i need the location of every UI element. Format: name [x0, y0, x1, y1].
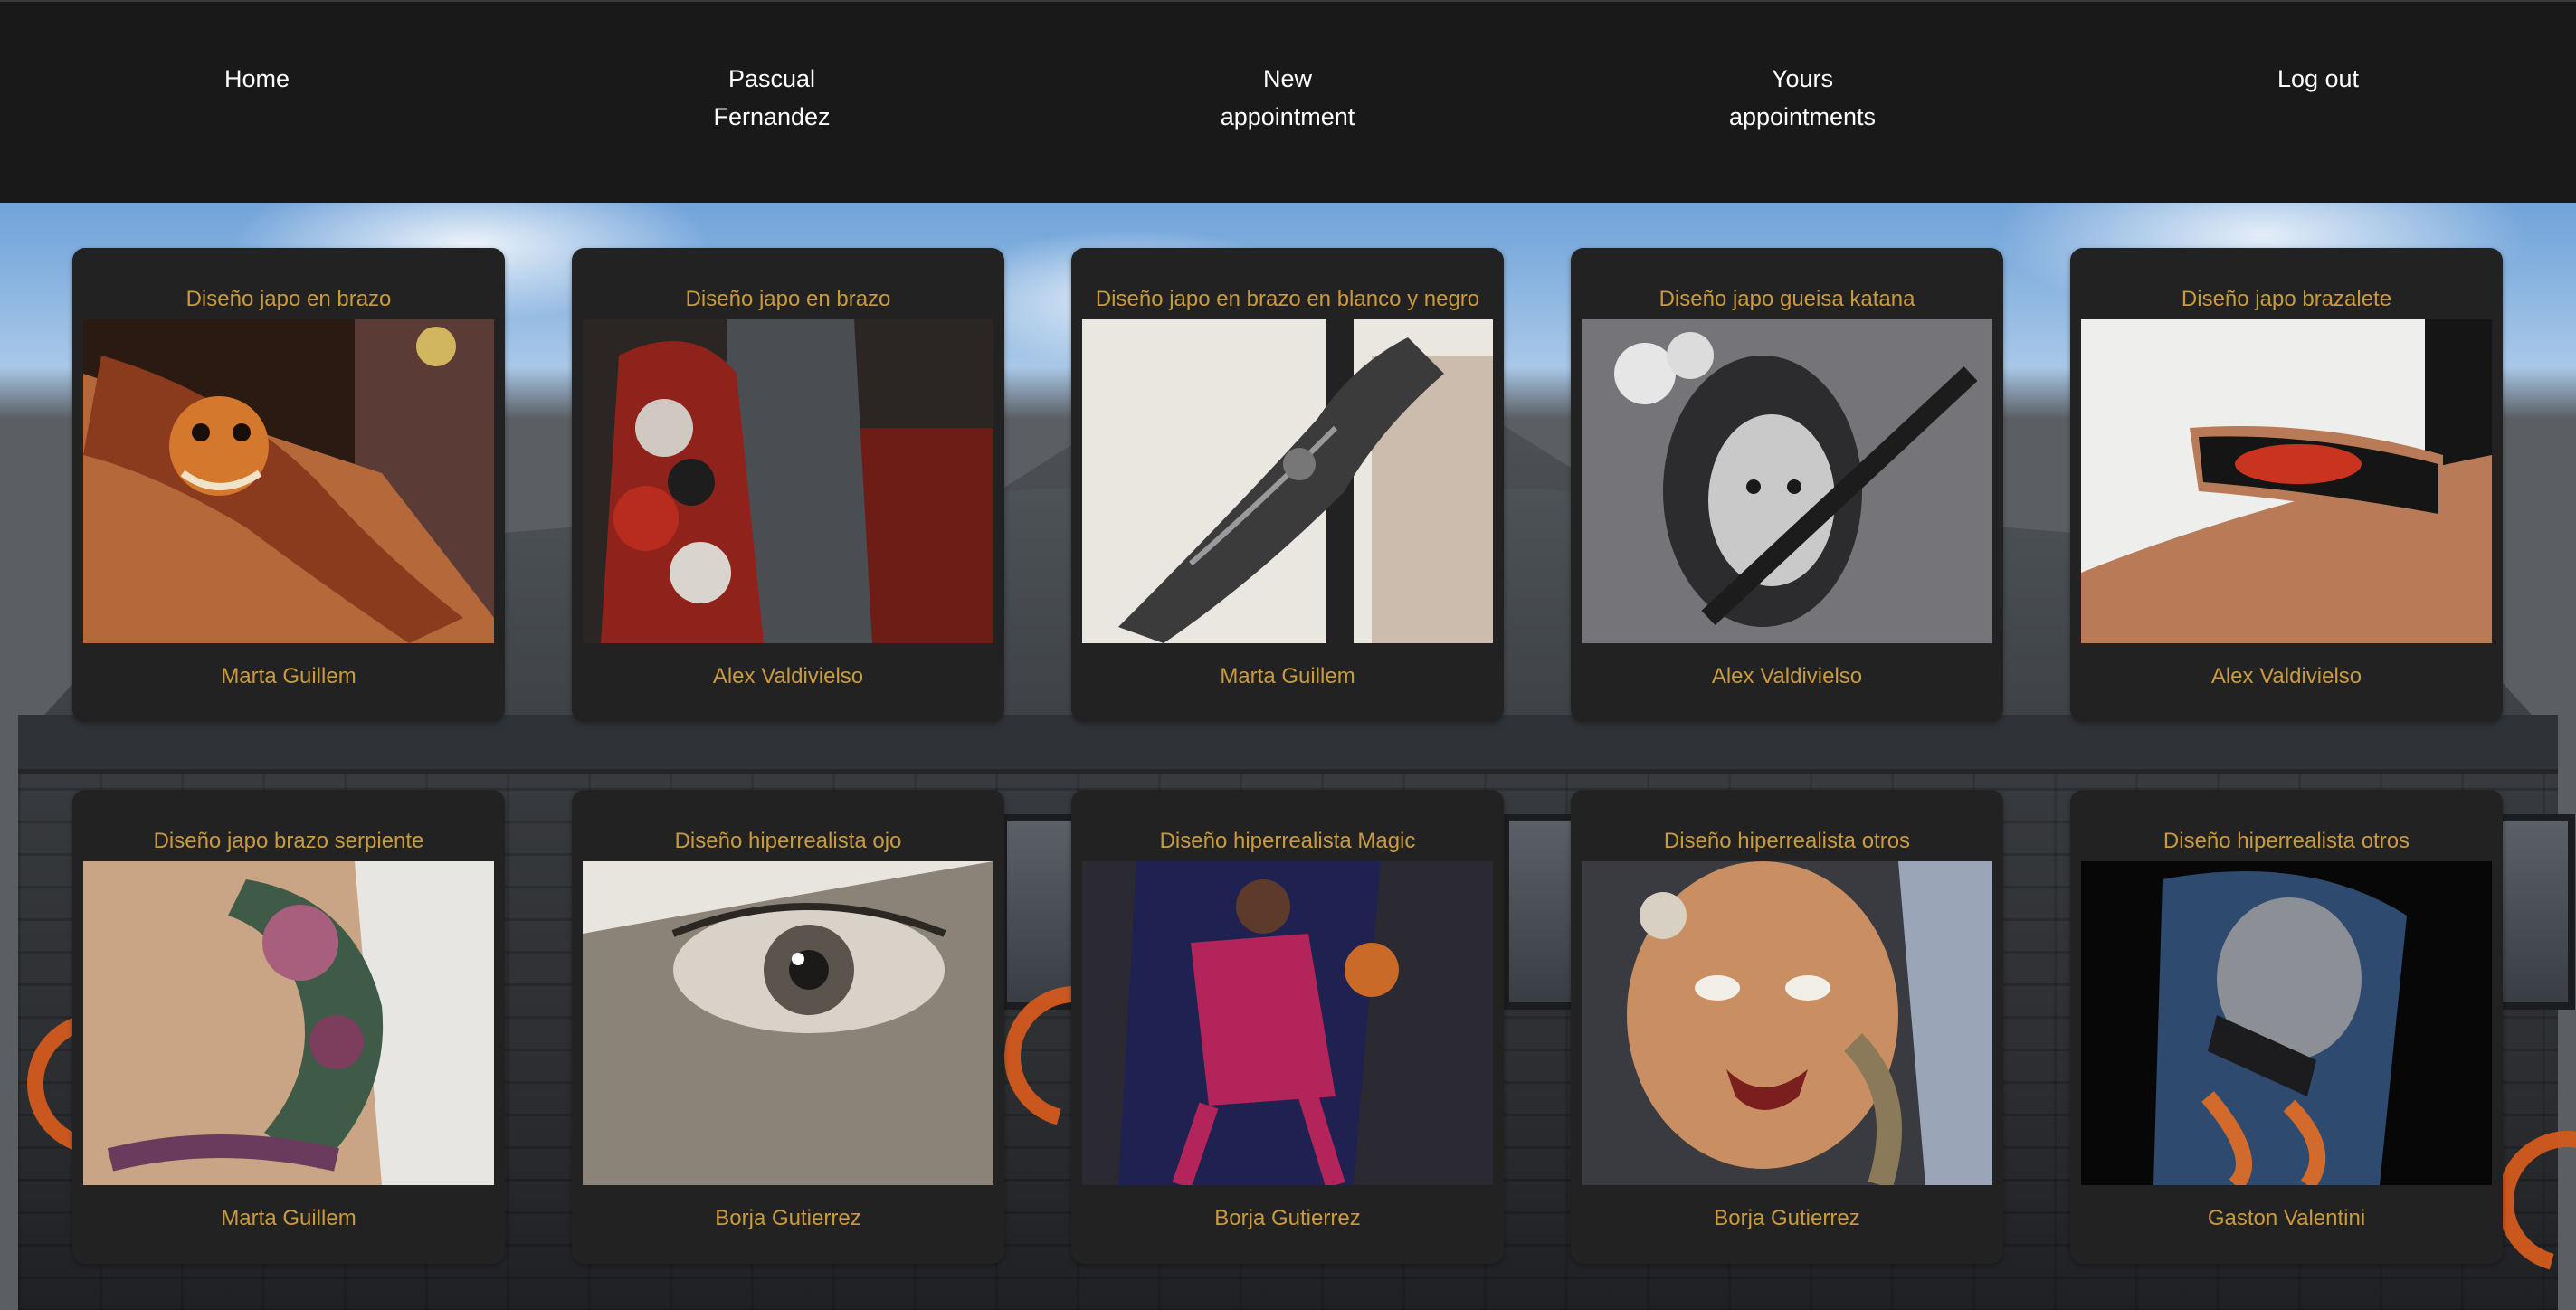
nav-user-first-name: Pascual [727, 65, 816, 92]
design-title: Diseño japo en brazo [185, 287, 392, 311]
design-artist: Borja Gutierrez [715, 1206, 861, 1230]
top-navigation-bar: Home Pascual Fernandez New appointment Y… [0, 0, 2576, 203]
design-card[interactable]: Diseño hiperrealista otros Borja Gutierr… [1571, 790, 2003, 1264]
design-artist: Marta Guillem [221, 664, 356, 688]
design-card[interactable]: Diseño hiperrealista otros Gaston Valent… [2070, 790, 2503, 1264]
design-artist: Marta Guillem [1220, 664, 1355, 688]
design-card[interactable]: Diseño hiperrealista Magic Borja Gutierr… [1071, 790, 1504, 1264]
design-artist: Gaston Valentini [2207, 1206, 2366, 1230]
design-artist: Borja Gutierrez [1714, 1206, 1860, 1230]
design-title: Diseño hiperrealista ojo [674, 829, 902, 853]
design-title: Diseño japo brazo serpiente [153, 829, 424, 853]
design-title: Diseño japo en brazo [685, 287, 891, 311]
design-title: Diseño japo en brazo en blanco y negro [1095, 287, 1480, 311]
design-card[interactable]: Diseño japo brazo serpiente Marta Guille… [72, 790, 505, 1264]
design-artist: Borja Gutierrez [1214, 1206, 1361, 1230]
background-facade-band [18, 715, 2558, 774]
design-artist: Alex Valdivielso [1711, 664, 1863, 688]
nav-home-label: Home [223, 65, 290, 92]
design-image [583, 861, 993, 1185]
nav-user-last-name: Fernandez [713, 103, 831, 130]
design-card[interactable]: Diseño japo brazalete Alex Valdivielso [2070, 248, 2503, 722]
design-image [83, 861, 494, 1185]
design-card[interactable]: Diseño japo en brazo en blanco y negro M… [1071, 248, 1504, 722]
nav-your-appointments-link[interactable]: Yours appointments [1667, 60, 1938, 136]
nav-your-appointments-line2: appointments [1728, 103, 1877, 130]
design-artist: Marta Guillem [221, 1206, 356, 1230]
design-card[interactable]: Diseño japo en brazo Alex Valdivielso [572, 248, 1004, 722]
design-title: Diseño japo brazalete [2181, 287, 2392, 311]
nav-logout-link[interactable]: Log out [2182, 60, 2454, 98]
design-title: Diseño hiperrealista Magic [1159, 829, 1416, 853]
design-image [1582, 861, 1992, 1185]
design-title: Diseño hiperrealista otros [1663, 829, 1911, 853]
design-image [1082, 319, 1493, 643]
design-artist: Alex Valdivielso [712, 664, 864, 688]
nav-home-link[interactable]: Home [121, 60, 393, 98]
nav-new-appointment-line1: New [1262, 65, 1312, 92]
design-image [83, 319, 494, 643]
design-title: Diseño japo gueisa katana [1659, 287, 1915, 311]
nav-your-appointments-line1: Yours [1771, 65, 1834, 92]
design-artist: Alex Valdivielso [2210, 664, 2362, 688]
design-image [1582, 319, 1992, 643]
nav-new-appointment-link[interactable]: New appointment [1152, 60, 1423, 136]
design-title: Diseño hiperrealista otros [2163, 829, 2410, 853]
nav-logout-label: Log out [2277, 65, 2360, 92]
design-image [583, 319, 993, 643]
nav-new-appointment-line2: appointment [1220, 103, 1355, 130]
design-card[interactable]: Diseño japo gueisa katana Alex Valdiviel… [1571, 248, 2003, 722]
design-card[interactable]: Diseño hiperrealista ojo Borja Gutierrez [572, 790, 1004, 1264]
design-card[interactable]: Diseño japo en brazo Marta Guillem [72, 248, 505, 722]
design-image [1082, 861, 1493, 1185]
design-image [2081, 861, 2492, 1185]
design-image [2081, 319, 2492, 643]
nav-user-profile-link[interactable]: Pascual Fernandez [636, 60, 908, 136]
